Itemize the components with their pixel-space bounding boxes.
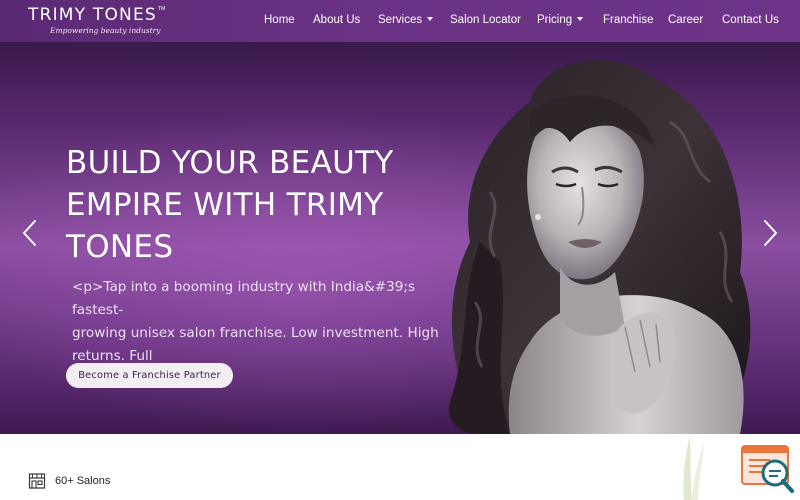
- chat-support-icon[interactable]: [740, 444, 796, 494]
- chevron-left-icon[interactable]: [20, 218, 40, 248]
- storefront-icon: [28, 473, 46, 489]
- nav-home[interactable]: Home: [264, 14, 295, 26]
- become-franchise-partner-button[interactable]: Become a Franchise Partner: [66, 363, 233, 388]
- hero-banner: BUILD YOUR BEAUTY EMPIRE WITH TRIMY TONE…: [0, 42, 800, 434]
- site-header: TRIMY TONES TM Empowering beauty industr…: [0, 0, 800, 42]
- salons-count-label: 60+ Salons: [55, 475, 111, 487]
- plant-decoration: [683, 434, 704, 500]
- nav-pricing[interactable]: Pricing: [537, 14, 584, 26]
- nav-franchise[interactable]: Franchise: [603, 14, 654, 26]
- nav-career[interactable]: Career: [668, 14, 703, 26]
- nav-contact-us[interactable]: Contact Us: [722, 14, 779, 26]
- main-nav: Home About Us Services Salon Locator Pri…: [0, 0, 800, 42]
- caret-down-icon: [427, 17, 434, 21]
- hero-title: BUILD YOUR BEAUTY EMPIRE WITH TRIMY TONE…: [66, 145, 394, 265]
- caret-down-icon: [577, 17, 584, 21]
- nav-about-us[interactable]: About Us: [313, 14, 360, 26]
- nav-salon-locator[interactable]: Salon Locator: [450, 14, 521, 26]
- hero-model-photo: [449, 60, 751, 434]
- nav-services[interactable]: Services: [378, 14, 434, 26]
- chevron-right-icon[interactable]: [760, 218, 780, 248]
